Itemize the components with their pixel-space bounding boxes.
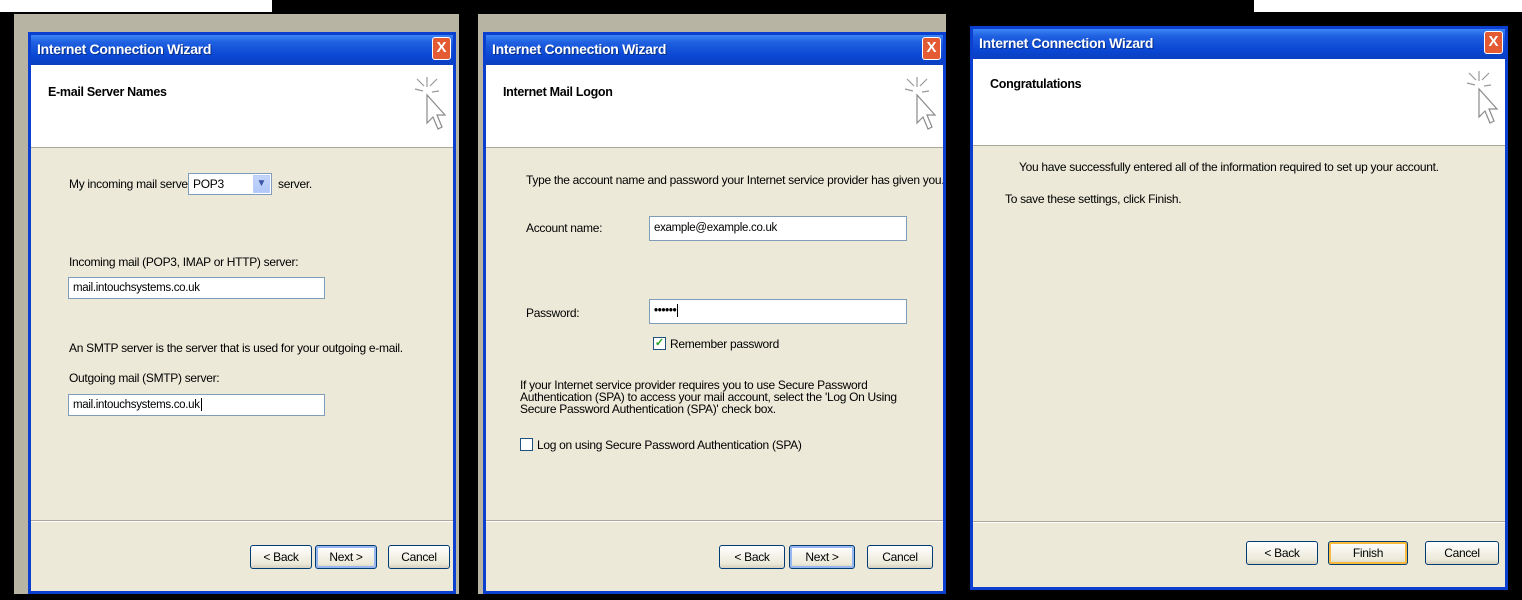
wizard-header: Congratulations — [973, 59, 1505, 146]
page-title: Internet Mail Logon — [503, 85, 613, 99]
wizard-header: Internet Mail Logon — [486, 65, 943, 148]
cancel-button[interactable]: Cancel — [867, 545, 933, 569]
smtp-info-text: An SMTP server is the server that is use… — [69, 341, 403, 355]
cancel-button[interactable]: Cancel — [1425, 541, 1499, 565]
incoming-server-label: Incoming mail (POP3, IMAP or HTTP) serve… — [69, 255, 299, 269]
text-caret — [200, 398, 202, 412]
title-bar[interactable]: Internet Connection Wizard X — [486, 35, 943, 65]
remember-password-label[interactable]: Remember password — [670, 337, 779, 351]
wizard-header: E-mail Server Names — [31, 65, 453, 148]
logon-intro-text: Type the account name and password your … — [526, 173, 945, 187]
finish-instruction: To save these settings, click Finish. — [1005, 192, 1182, 206]
server-type-value: POP3 — [193, 177, 224, 191]
server-type-select[interactable]: POP3 ▼ — [188, 173, 272, 195]
outgoing-server-label: Outgoing mail (SMTP) server: — [69, 371, 220, 385]
outgoing-server-value: mail.intouchsystems.co.uk — [73, 399, 200, 411]
background-strip — [1254, 0, 1522, 12]
wizard-body: You have successfully entered all of the… — [973, 145, 1505, 587]
next-button[interactable]: Next > — [789, 545, 855, 569]
spa-checkbox[interactable] — [520, 438, 533, 451]
success-message: You have successfully entered all of the… — [1019, 160, 1439, 174]
window-title: Internet Connection Wizard — [37, 41, 212, 57]
password-input[interactable]: •••••• — [649, 299, 907, 324]
page-title: Congratulations — [990, 77, 1082, 91]
page-title: E-mail Server Names — [48, 85, 167, 99]
wizard-cursor-icon — [1466, 71, 1499, 124]
title-bar[interactable]: Internet Connection Wizard X — [973, 29, 1505, 59]
background-strip — [0, 0, 272, 12]
outgoing-server-input[interactable]: mail.intouchsystems.co.uk — [68, 394, 325, 416]
wizard-window-mail-logon: Internet Connection Wizard X Internet Ma… — [483, 32, 946, 594]
close-button[interactable]: X — [1484, 31, 1503, 54]
wizard-window-server-names: Internet Connection Wizard X E-mail Serv… — [28, 32, 456, 594]
incoming-server-input[interactable]: mail.intouchsystems.co.uk — [68, 277, 325, 299]
text-caret — [677, 304, 679, 318]
remember-password-checkbox[interactable]: ✓ — [653, 337, 666, 350]
back-button[interactable]: < Back — [719, 545, 785, 569]
incoming-type-suffix: server. — [278, 177, 312, 191]
button-divider-highlight — [486, 521, 943, 522]
back-button[interactable]: < Back — [1246, 541, 1318, 565]
account-name-input[interactable]: example@example.co.uk — [649, 216, 907, 241]
window-title: Internet Connection Wizard — [492, 41, 667, 57]
account-name-label: Account name: — [526, 221, 603, 235]
cancel-button[interactable]: Cancel — [388, 545, 450, 569]
next-button[interactable]: Next > — [315, 545, 377, 569]
wizard-cursor-icon — [414, 77, 447, 130]
button-divider-highlight — [973, 522, 1505, 523]
window-title: Internet Connection Wizard — [979, 35, 1154, 51]
spa-info-text: If your Internet service provider requir… — [520, 378, 897, 416]
spa-checkbox-label[interactable]: Log on using Secure Password Authenticat… — [537, 438, 802, 452]
wizard-body: My incoming mail server is a POP3 ▼ serv… — [31, 147, 453, 591]
finish-button[interactable]: Finish — [1328, 541, 1408, 565]
close-button[interactable]: X — [922, 37, 941, 60]
password-label: Password: — [526, 306, 580, 320]
close-button[interactable]: X — [432, 37, 451, 60]
back-button[interactable]: < Back — [250, 545, 312, 569]
wizard-body: Type the account name and password your … — [486, 147, 943, 591]
title-bar[interactable]: Internet Connection Wizard X — [31, 35, 453, 65]
password-value: •••••• — [654, 305, 677, 317]
wizard-window-congratulations: Internet Connection Wizard X Congratulat… — [970, 26, 1508, 590]
chevron-down-icon[interactable]: ▼ — [253, 175, 270, 193]
wizard-cursor-icon — [904, 77, 937, 130]
button-divider-highlight — [31, 521, 453, 522]
